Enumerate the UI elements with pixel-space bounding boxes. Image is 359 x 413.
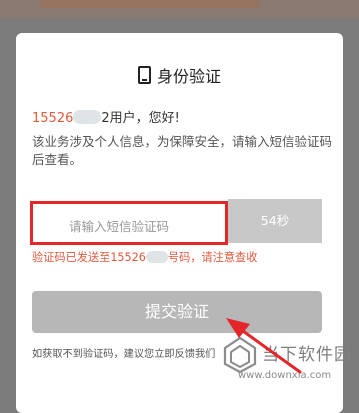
red-arrow [226, 318, 302, 374]
